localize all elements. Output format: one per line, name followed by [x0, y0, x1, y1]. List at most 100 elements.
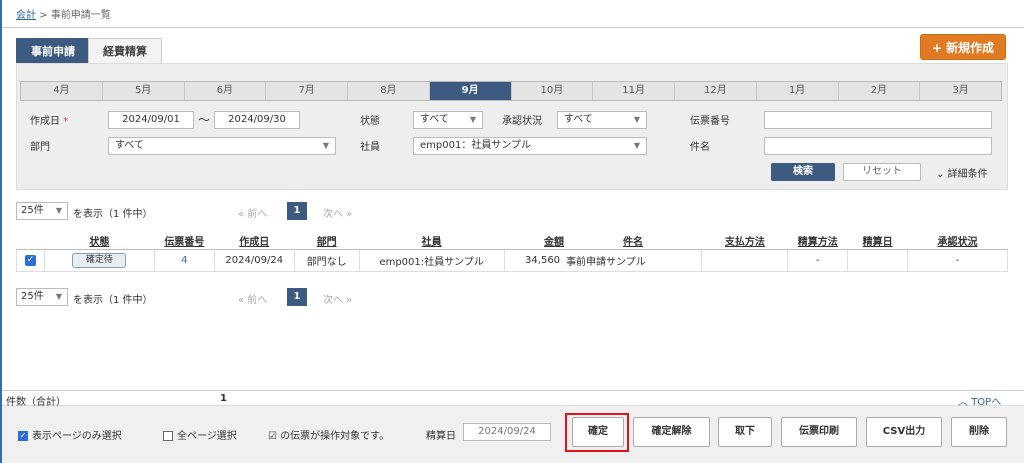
select-column-header	[16, 232, 45, 250]
page-only-select[interactable]: ✓ 表示ページのみ選択	[18, 427, 122, 442]
month-tab-jul[interactable]: 7月	[266, 82, 348, 100]
breadcrumb-current: 事前申請一覧	[50, 10, 111, 21]
unconfirm-button[interactable]: 確定解除	[633, 417, 710, 447]
cell-approval: -	[907, 248, 1008, 272]
page-size-select-bottom[interactable]: 25件 ▼	[16, 288, 68, 306]
prev-page-link[interactable]: « 前へ	[238, 205, 267, 220]
chevron-down-icon: ⌄	[936, 169, 945, 180]
print-voucher-button[interactable]: 伝票印刷	[781, 417, 857, 447]
checkbox-mark-icon: ☑	[268, 431, 277, 442]
tab-expense-settlement[interactable]: 経費精算	[88, 38, 162, 63]
detail-conditions-toggle[interactable]: ⌄ 詳細条件	[936, 165, 988, 180]
checkbox-empty-icon	[163, 431, 173, 441]
month-tab-oct[interactable]: 10月	[511, 82, 594, 100]
column-header-approval[interactable]: 承認状況	[907, 232, 1008, 250]
date-from-input[interactable]: 2024/09/01	[108, 111, 194, 129]
page-size-select[interactable]: 25件 ▼	[16, 202, 68, 220]
column-header-payment[interactable]: 支払方法	[701, 232, 788, 250]
month-tab-feb[interactable]: 2月	[838, 82, 921, 100]
status-select[interactable]: すべて ▼	[413, 111, 483, 129]
column-header-status[interactable]: 状態	[44, 232, 155, 250]
month-tab-mar[interactable]: 3月	[920, 82, 1001, 100]
month-tab-aug[interactable]: 8月	[348, 82, 430, 100]
column-header-created[interactable]: 作成日	[214, 232, 295, 250]
month-tab-jan[interactable]: 1月	[756, 82, 839, 100]
chevron-down-icon: ▼	[633, 141, 640, 150]
cell-department: 部門なし	[293, 248, 360, 272]
next-page-link[interactable]: 次へ »	[323, 205, 352, 220]
employee-label: 社員	[360, 142, 380, 153]
column-header-employee[interactable]: 社員	[359, 232, 505, 250]
checkbox-checked-icon: ✓	[24, 255, 36, 266]
all-pages-select[interactable]: 全ページ選択	[163, 427, 237, 442]
created-date-label: 作成日 *	[30, 116, 69, 127]
table-header-row: 状態 伝票番号 作成日 部門 社員 金額 件名 支払方法 精算方法 精算日 承認…	[16, 232, 1008, 250]
page-display-text: を表示（1 件中）	[73, 209, 153, 220]
search-button[interactable]: 検索	[771, 163, 835, 181]
subject-label: 件名	[690, 142, 710, 153]
settle-date-label: 精算日	[426, 431, 456, 442]
column-header-department[interactable]: 部門	[294, 232, 360, 250]
column-header-voucher[interactable]: 伝票番号	[154, 232, 215, 250]
month-selector: 4月 5月 6月 7月 8月 9月 10月 11月 12月 1月 2月 3月	[20, 81, 1002, 101]
voucher-number-input[interactable]	[764, 111, 992, 129]
status-badge[interactable]: 確定待	[72, 252, 127, 268]
month-tab-nov[interactable]: 11月	[593, 82, 675, 100]
chevron-down-icon: ▼	[322, 141, 329, 150]
date-to-input[interactable]: 2024/09/30	[214, 111, 300, 129]
column-header-settle-method[interactable]: 精算方法	[787, 232, 848, 250]
reset-button[interactable]: リセット	[843, 163, 921, 181]
breadcrumb-separator: >	[39, 10, 48, 21]
page-display-text-bottom: を表示（1 件中）	[73, 295, 153, 306]
settle-date-input[interactable]: 2024/09/24	[463, 423, 551, 441]
cell-employee: emp001:社員サンプル	[358, 248, 505, 272]
header-divider	[2, 27, 1024, 28]
prev-page-link-bottom[interactable]: « 前へ	[238, 291, 267, 306]
month-tab-may[interactable]: 5月	[102, 82, 185, 100]
csv-export-button[interactable]: CSV出力	[866, 417, 942, 447]
table-row: ✓ 確定待 4 2024/09/24 部門なし emp001:社員サンプル 34…	[16, 248, 1008, 272]
cell-settle-method: -	[787, 248, 849, 272]
status-label: 状態	[360, 116, 380, 127]
next-page-link-bottom[interactable]: 次へ »	[323, 291, 352, 306]
required-mark: *	[63, 116, 69, 127]
department-select[interactable]: すべて ▼	[108, 137, 336, 155]
column-header-settle-date[interactable]: 精算日	[847, 232, 908, 250]
month-tab-jun[interactable]: 6月	[184, 82, 267, 100]
cell-created: 2024/09/24	[213, 248, 295, 272]
department-label: 部門	[30, 142, 50, 153]
summary-count-value: 1	[220, 393, 227, 404]
checkbox-checked-icon: ✓	[18, 431, 28, 441]
cell-subject: 事前申請サンプル	[564, 248, 703, 272]
voucher-number-link[interactable]: 4	[181, 255, 187, 266]
breadcrumb-root-link[interactable]: 会計	[16, 10, 36, 21]
voucher-number-label: 伝票番号	[690, 116, 730, 127]
breadcrumb: 会計 > 事前申請一覧	[16, 6, 111, 21]
chevron-down-icon: ▼	[633, 115, 640, 124]
chevron-down-icon: ▼	[469, 115, 476, 124]
cell-settle-date	[847, 248, 909, 272]
approval-label: 承認状況	[502, 116, 542, 127]
month-tab-apr[interactable]: 4月	[21, 82, 103, 100]
approval-select[interactable]: すべて ▼	[557, 111, 647, 129]
month-tab-dec[interactable]: 12月	[675, 82, 757, 100]
cell-amount: 34,560	[503, 248, 565, 272]
tab-pre-application[interactable]: 事前申請	[16, 38, 90, 63]
row-checkbox[interactable]: ✓	[16, 248, 45, 272]
cell-payment	[701, 248, 789, 272]
summary-bar	[2, 390, 1024, 406]
column-header-amount[interactable]: 金額	[504, 232, 565, 250]
chevron-down-icon: ▼	[55, 206, 62, 215]
current-page-number[interactable]: 1	[287, 202, 307, 220]
column-header-subject[interactable]: 件名	[564, 232, 702, 250]
delete-button[interactable]: 削除	[951, 417, 1007, 447]
operation-target-text: ☑ の伝票が操作対象です。	[268, 431, 390, 442]
withdraw-button[interactable]: 取下	[718, 417, 772, 447]
month-tab-sep[interactable]: 9月	[429, 82, 512, 100]
date-range-tilde: 〜	[198, 113, 211, 127]
highlight-box	[565, 413, 629, 452]
current-page-number-bottom[interactable]: 1	[287, 288, 307, 306]
new-create-button[interactable]: + 新規作成	[920, 34, 1006, 60]
subject-input[interactable]	[764, 137, 992, 155]
employee-select[interactable]: emp001：社員サンプル ▼	[413, 137, 647, 155]
